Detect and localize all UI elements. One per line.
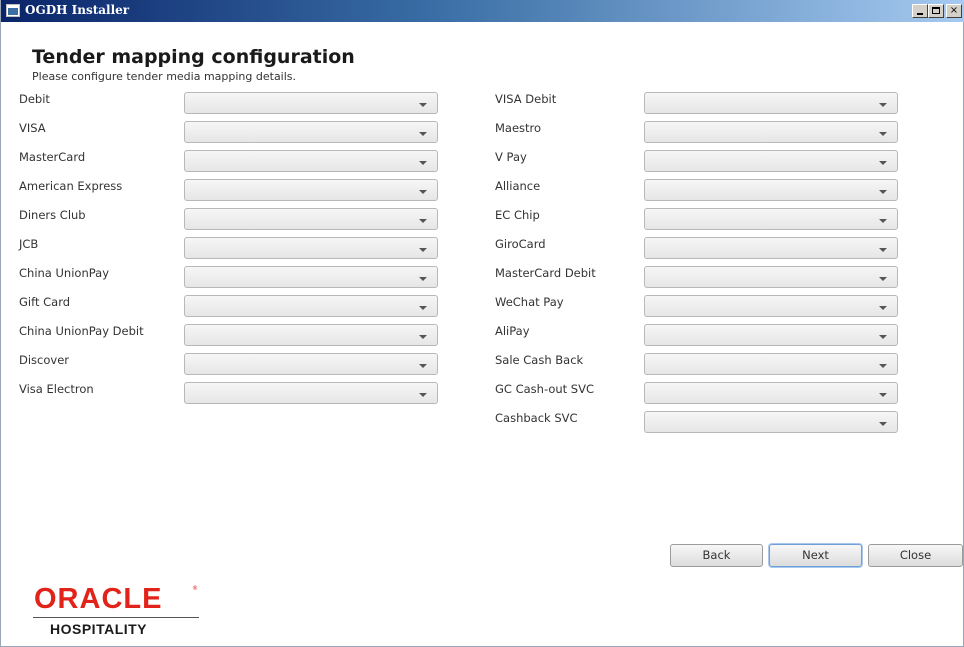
tender-select-girocard[interactable] [644,237,898,259]
chevron-down-icon [419,393,427,397]
tender-label: Visa Electron [19,382,94,396]
tender-select-diners-club[interactable] [184,208,438,230]
chevron-down-icon [419,190,427,194]
title-bar[interactable]: OGDH Installer × [1,0,964,22]
chevron-down-icon [879,103,887,107]
tender-select-china-unionpay[interactable] [184,266,438,288]
chevron-down-icon [879,219,887,223]
maximize-icon [932,7,940,14]
chevron-down-icon [879,306,887,310]
tender-select-jcb[interactable] [184,237,438,259]
minimize-button[interactable] [912,4,928,18]
tender-label: AliPay [495,324,530,338]
tender-select-sale-cash-back[interactable] [644,353,898,375]
tender-select-mastercard-debit[interactable] [644,266,898,288]
chevron-down-icon [419,364,427,368]
tender-label: WeChat Pay [495,295,564,309]
chevron-down-icon [419,219,427,223]
chevron-down-icon [419,132,427,136]
registered-mark: ® [192,585,198,592]
tender-label: Cashback SVC [495,411,578,425]
chevron-down-icon [419,335,427,339]
tender-label: EC Chip [495,208,540,222]
chevron-down-icon [419,161,427,165]
back-button[interactable]: Back [670,544,763,567]
tender-label: MasterCard Debit [495,266,596,280]
tender-select-alliance[interactable] [644,179,898,201]
page-subtitle: Please configure tender media mapping de… [32,70,297,83]
minimize-icon [917,13,923,15]
chevron-down-icon [879,161,887,165]
tender-label: Discover [19,353,70,367]
tender-label: Debit [19,92,50,106]
tender-select-discover[interactable] [184,353,438,375]
close-window-button[interactable]: × [946,4,962,18]
installer-window: OGDH Installer × Tender mapping configur… [0,0,964,647]
tender-select-v-pay[interactable] [644,150,898,172]
tender-select-maestro[interactable] [644,121,898,143]
next-button[interactable]: Next [769,544,862,567]
tender-label: VISA [19,121,46,135]
tender-select-wechat-pay[interactable] [644,295,898,317]
tender-select-gift-card[interactable] [184,295,438,317]
chevron-down-icon [879,335,887,339]
app-icon [6,4,20,17]
maximize-button[interactable] [928,4,944,18]
logo-divider [33,617,199,618]
tender-label: Sale Cash Back [495,353,584,367]
tender-label: Maestro [495,121,542,135]
tender-select-mastercard[interactable] [184,150,438,172]
chevron-down-icon [879,132,887,136]
close-icon: × [949,5,959,16]
tender-label: V Pay [495,150,527,164]
tender-select-alipay[interactable] [644,324,898,346]
tender-label: Gift Card [19,295,71,309]
tender-label: China UnionPay Debit [19,324,144,338]
window-title: OGDH Installer [25,3,130,17]
chevron-down-icon [419,277,427,281]
oracle-hospitality-logo: ORACLE ® HOSPITALITY [16,575,212,642]
tender-select-cashback-svc[interactable] [644,411,898,433]
tender-label: China UnionPay [19,266,110,280]
oracle-wordmark: ORACLE [34,583,163,615]
tender-label: MasterCard [19,150,86,164]
tender-label: Alliance [495,179,541,193]
tender-select-american-express[interactable] [184,179,438,201]
chevron-down-icon [419,306,427,310]
chevron-down-icon [419,103,427,107]
tender-select-visa-debit[interactable] [644,92,898,114]
chevron-down-icon [879,248,887,252]
hospitality-wordmark: HOSPITALITY [50,621,148,637]
chevron-down-icon [879,277,887,281]
tender-label: GiroCard [495,237,546,251]
chevron-down-icon [879,422,887,426]
chevron-down-icon [879,190,887,194]
tender-select-ec-chip[interactable] [644,208,898,230]
chevron-down-icon [879,393,887,397]
tender-label: American Express [19,179,123,193]
tender-select-gc-cash-out-svc[interactable] [644,382,898,404]
close-button[interactable]: Close [868,544,963,567]
tender-select-visa[interactable] [184,121,438,143]
tender-select-china-unionpay-debit[interactable] [184,324,438,346]
tender-label: GC Cash-out SVC [495,382,595,396]
tender-select-debit[interactable] [184,92,438,114]
tender-label: Diners Club [19,208,86,222]
tender-label: JCB [19,237,39,251]
tender-label: VISA Debit [495,92,557,106]
tender-select-visa-electron[interactable] [184,382,438,404]
chevron-down-icon [879,364,887,368]
page-title: Tender mapping configuration [32,46,355,68]
chevron-down-icon [419,248,427,252]
